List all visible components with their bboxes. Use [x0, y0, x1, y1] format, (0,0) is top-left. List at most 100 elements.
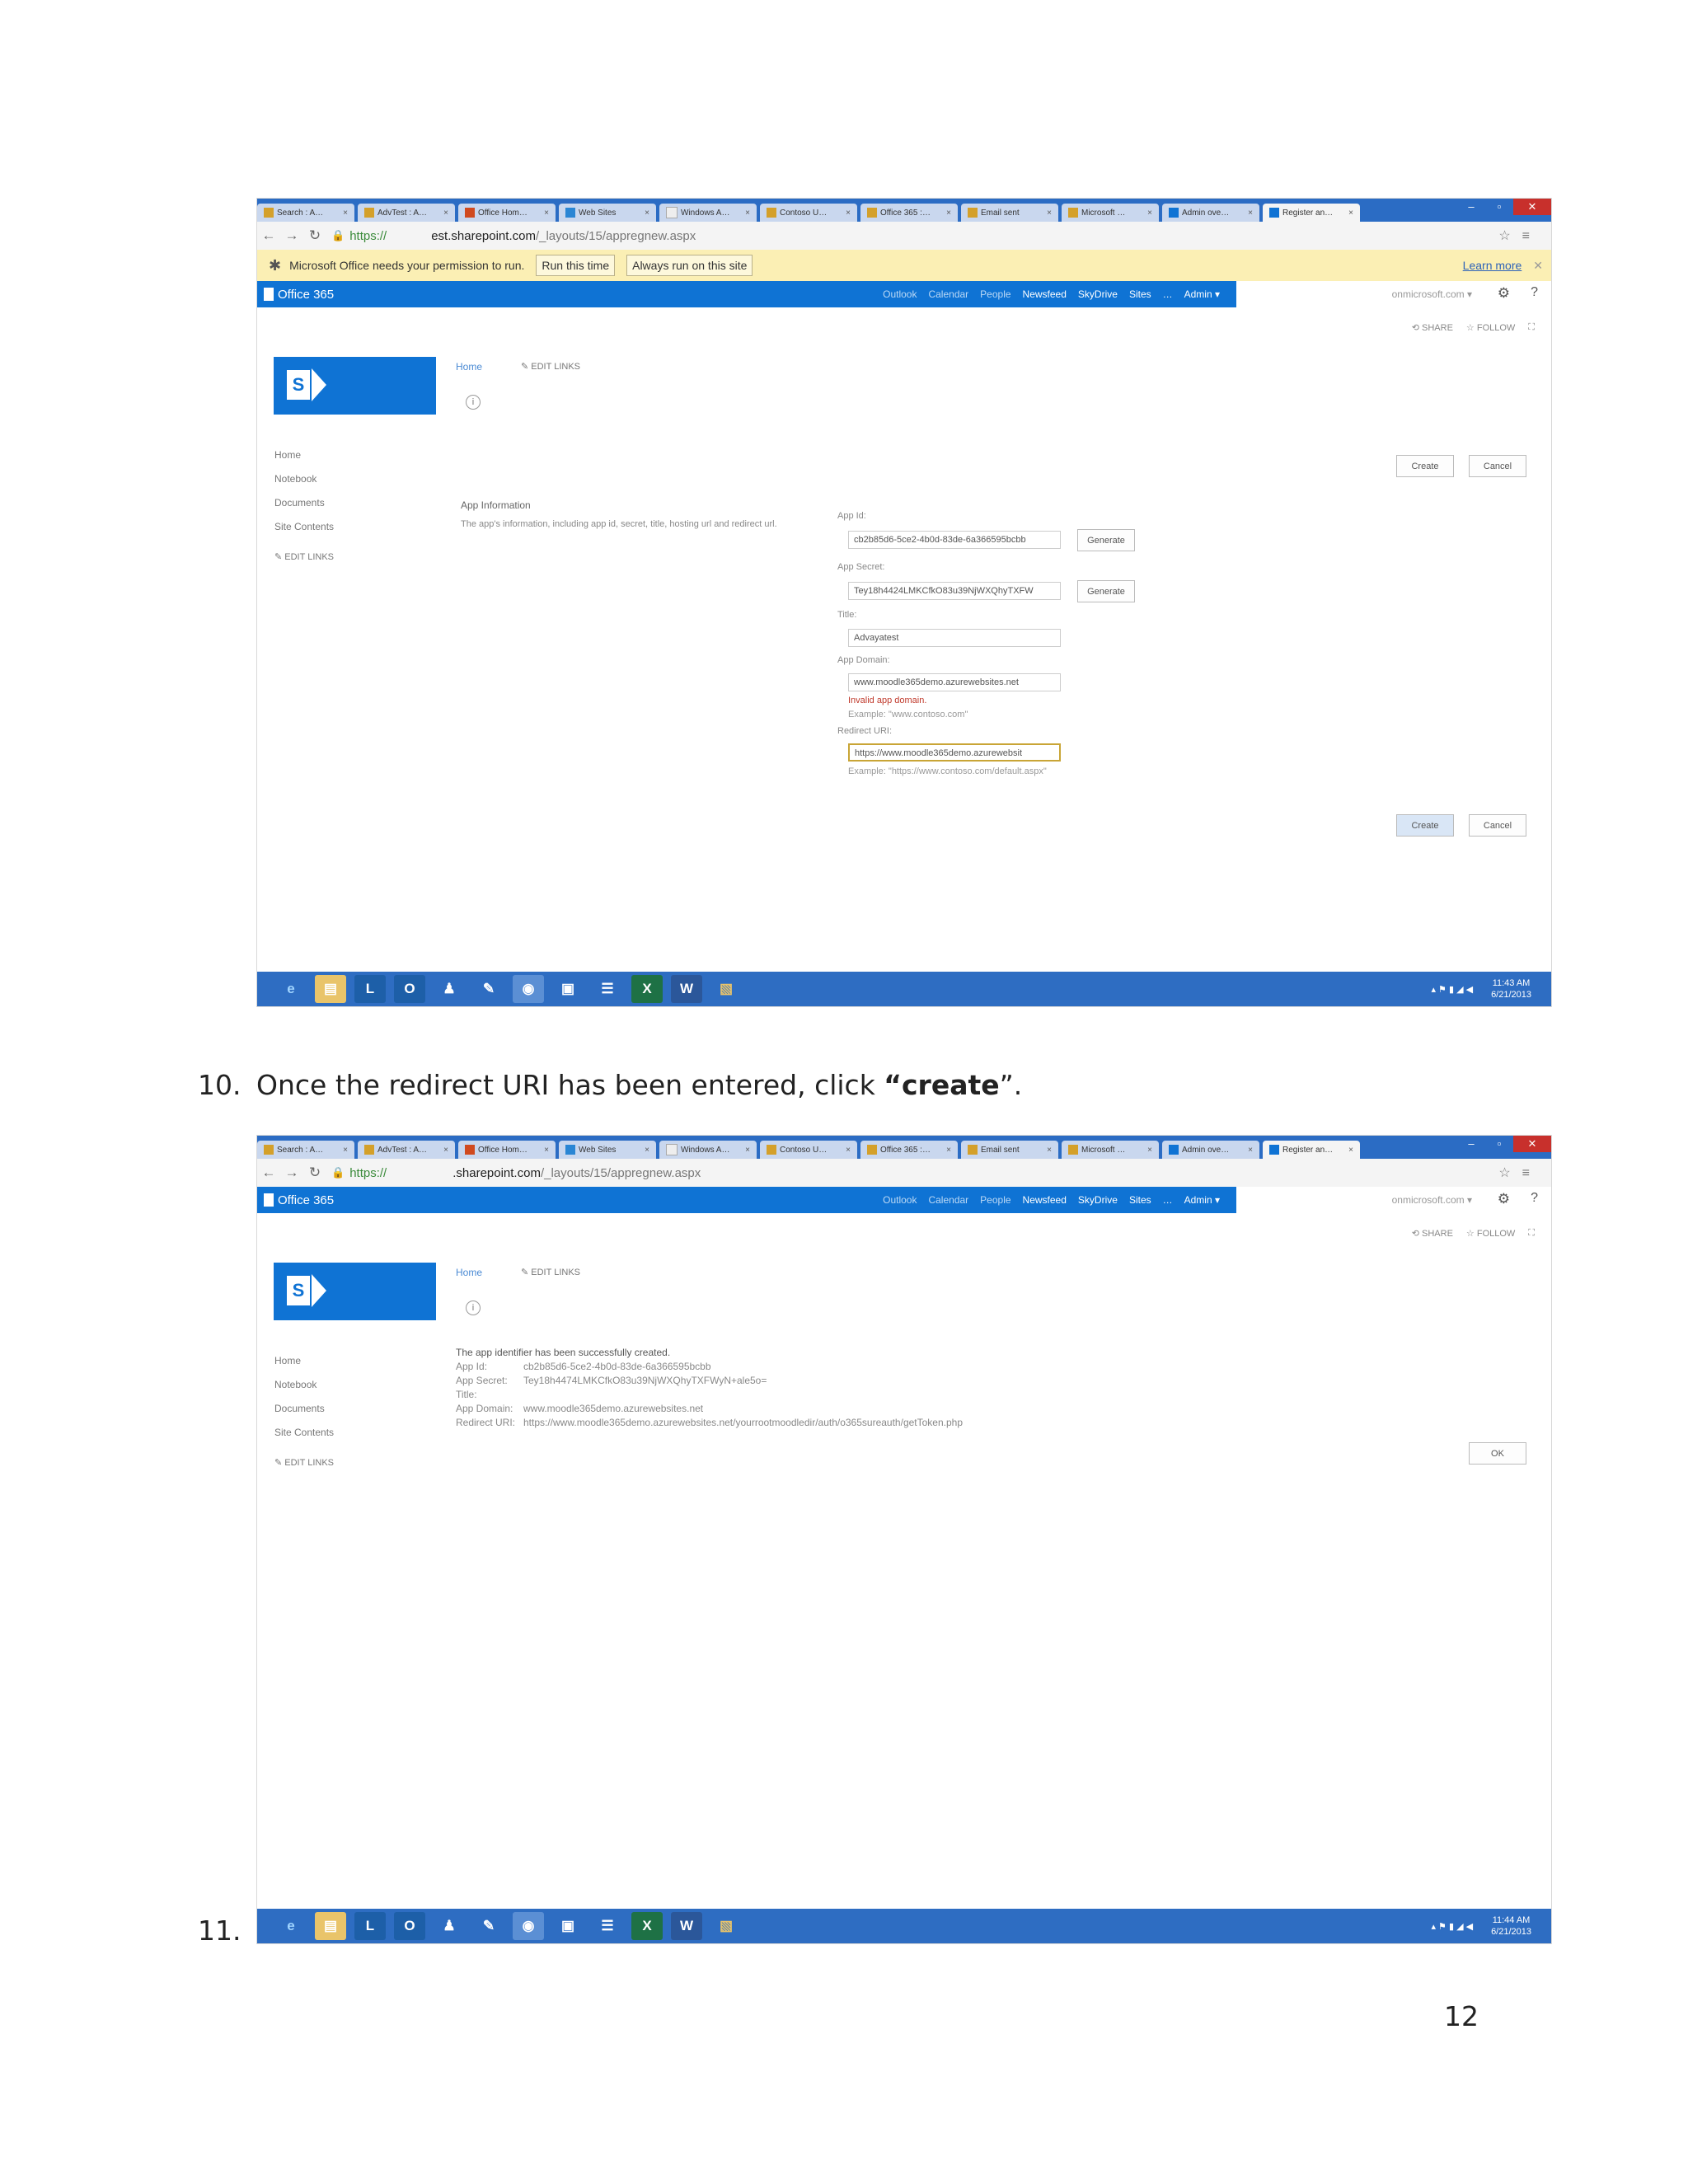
cancel-button-bottom[interactable]: Cancel	[1469, 814, 1526, 837]
star-menu-icons[interactable]: ☆≡	[1498, 1165, 1541, 1181]
share-button[interactable]: ⟲ SHARE	[1412, 322, 1453, 333]
sharepoint-logo[interactable]: S	[274, 1263, 436, 1320]
focus-icon[interactable]: ⛶	[1528, 322, 1535, 333]
nav-site-contents[interactable]: Site Contents	[274, 1421, 334, 1445]
suite-link-people[interactable]: People	[980, 288, 1010, 300]
back-icon[interactable]: ←	[257, 227, 280, 244]
close-tab-icon[interactable]: ×	[1147, 1146, 1152, 1155]
browser-tab[interactable]: Office Hom… ×	[458, 1141, 556, 1159]
ok-button[interactable]: OK	[1469, 1442, 1526, 1465]
clock[interactable]: 11:44 AM 6/21/2013	[1491, 1915, 1531, 1938]
redirect-uri-field[interactable]: https://www.moodle365demo.azurewebsit	[848, 743, 1061, 762]
minimize-icon[interactable]: –	[1457, 199, 1485, 215]
help-icon[interactable]: ?	[1531, 285, 1538, 300]
browser-tab[interactable]: Contoso U… ×	[760, 1141, 857, 1159]
edit-links-nav[interactable]: ✎ EDIT LINKS	[274, 551, 334, 562]
share-button[interactable]: ⟲ SHARE	[1412, 1228, 1453, 1239]
suite-link-sites[interactable]: Sites	[1129, 1194, 1151, 1206]
browser-tab[interactable]: AdvTest : A… ×	[358, 204, 455, 222]
star-menu-icons[interactable]: ☆≡	[1498, 227, 1541, 244]
chrome-icon[interactable]: ◉	[513, 1912, 544, 1940]
edit-links-top[interactable]: ✎ EDIT LINKS	[521, 1267, 580, 1277]
maximize-icon[interactable]: ▫	[1485, 1136, 1513, 1152]
image-viewer-icon[interactable]: ▧	[710, 975, 742, 1003]
browser-tab[interactable]: Admin ove… ×	[1162, 204, 1259, 222]
minimize-icon[interactable]: –	[1457, 1136, 1485, 1152]
maximize-icon[interactable]: ▫	[1485, 199, 1513, 215]
paint-icon[interactable]: ✎	[473, 1912, 504, 1940]
close-tab-icon[interactable]: ×	[443, 209, 448, 218]
browser-tab[interactable]: Windows A… ×	[659, 1141, 757, 1159]
window-close-icon[interactable]: ✕	[1513, 1136, 1551, 1152]
browser-tab[interactable]: Office Hom… ×	[458, 204, 556, 222]
close-tab-icon[interactable]: ×	[1147, 209, 1152, 218]
nav-site-contents[interactable]: Site Contents	[274, 515, 334, 539]
file-explorer-icon[interactable]: ▤	[315, 1912, 346, 1940]
close-tab-icon[interactable]: ×	[946, 209, 951, 218]
browser-tab-active[interactable]: Register an… ×	[1263, 204, 1360, 222]
gear-icon[interactable]: ⚙	[1498, 1191, 1510, 1207]
close-tab-icon[interactable]: ×	[1047, 209, 1052, 218]
server-icon[interactable]: ☰	[592, 975, 623, 1003]
create-button-bottom[interactable]: Create	[1396, 814, 1454, 837]
people-icon[interactable]: ♟	[434, 975, 465, 1003]
close-tab-icon[interactable]: ×	[846, 1146, 851, 1155]
suite-link-more[interactable]: …	[1163, 288, 1173, 300]
close-tab-icon[interactable]: ×	[1047, 1146, 1052, 1155]
server-icon[interactable]: ☰	[592, 1912, 623, 1940]
close-tab-icon[interactable]: ×	[343, 209, 348, 218]
reload-icon[interactable]: ↻	[303, 227, 326, 244]
close-infobar-icon[interactable]: ✕	[1533, 259, 1543, 273]
lync-icon[interactable]: L	[354, 975, 386, 1003]
excel-icon[interactable]: X	[631, 1912, 663, 1940]
app-id-field[interactable]: cb2b85d6-5ce2-4b0d-83de-6a366595bcbb	[848, 531, 1061, 549]
close-tab-icon[interactable]: ×	[443, 1146, 448, 1155]
close-tab-icon[interactable]: ×	[544, 1146, 549, 1155]
office365-brand[interactable]: Office 365	[264, 1193, 334, 1207]
browser-tab[interactable]: Search : A… ×	[257, 204, 354, 222]
internet-explorer-icon[interactable]: e	[275, 1912, 307, 1940]
word-icon[interactable]: W	[671, 975, 702, 1003]
nav-documents[interactable]: Documents	[274, 491, 334, 515]
browser-tab[interactable]: Email sent ×	[961, 1141, 1058, 1159]
help-icon[interactable]: ?	[1531, 1191, 1538, 1206]
suite-link-newsfeed[interactable]: Newsfeed	[1023, 288, 1067, 300]
tray-icons[interactable]: ▴ ⚑ ▮ ◢ ◀	[1431, 984, 1473, 995]
browser-tab[interactable]: Microsoft … ×	[1062, 204, 1159, 222]
follow-button[interactable]: ☆ FOLLOW	[1466, 322, 1515, 333]
info-icon[interactable]: i	[466, 395, 481, 410]
forward-icon[interactable]: →	[280, 1165, 303, 1181]
nav-documents[interactable]: Documents	[274, 1397, 334, 1421]
app-secret-field[interactable]: Tey18h4424LMKCfkO83u39NjWXQhyTXFW	[848, 582, 1061, 600]
browser-tab[interactable]: Admin ove… ×	[1162, 1141, 1259, 1159]
outlook-icon[interactable]: O	[394, 975, 425, 1003]
suite-link-skydrive[interactable]: SkyDrive	[1078, 1194, 1118, 1206]
excel-icon[interactable]: X	[631, 975, 663, 1003]
nav-home[interactable]: Home	[274, 1349, 334, 1373]
close-tab-icon[interactable]: ×	[645, 209, 649, 218]
people-icon[interactable]: ♟	[434, 1912, 465, 1940]
browser-tab-active[interactable]: Register an… ×	[1263, 1141, 1360, 1159]
close-tab-icon[interactable]: ×	[1248, 1146, 1253, 1155]
suite-link-more[interactable]: …	[1163, 1194, 1173, 1206]
suite-link-calendar[interactable]: Calendar	[928, 1194, 968, 1206]
follow-button[interactable]: ☆ FOLLOW	[1466, 1228, 1515, 1239]
suite-link-people[interactable]: People	[980, 1194, 1010, 1206]
clock[interactable]: 11:43 AM 6/21/2013	[1491, 977, 1531, 1001]
always-run-button[interactable]: Always run on this site	[626, 255, 753, 276]
internet-explorer-icon[interactable]: e	[275, 975, 307, 1003]
word-icon[interactable]: W	[671, 1912, 702, 1940]
close-tab-icon[interactable]: ×	[645, 1146, 649, 1155]
chrome-icon[interactable]: ◉	[513, 975, 544, 1003]
cancel-button-top[interactable]: Cancel	[1469, 455, 1526, 477]
outlook-icon[interactable]: O	[394, 1912, 425, 1940]
browser-tab[interactable]: Office 365 :… ×	[860, 1141, 958, 1159]
close-tab-icon[interactable]: ×	[544, 209, 549, 218]
suite-link-admin[interactable]: Admin ▾	[1184, 1194, 1220, 1206]
info-icon[interactable]: i	[466, 1301, 481, 1315]
close-tab-icon[interactable]: ×	[745, 209, 750, 218]
edit-links-nav[interactable]: ✎ EDIT LINKS	[274, 1457, 334, 1468]
browser-tab[interactable]: AdvTest : A… ×	[358, 1141, 455, 1159]
browser-tab[interactable]: Microsoft … ×	[1062, 1141, 1159, 1159]
generate-app-id-button[interactable]: Generate	[1077, 529, 1135, 551]
